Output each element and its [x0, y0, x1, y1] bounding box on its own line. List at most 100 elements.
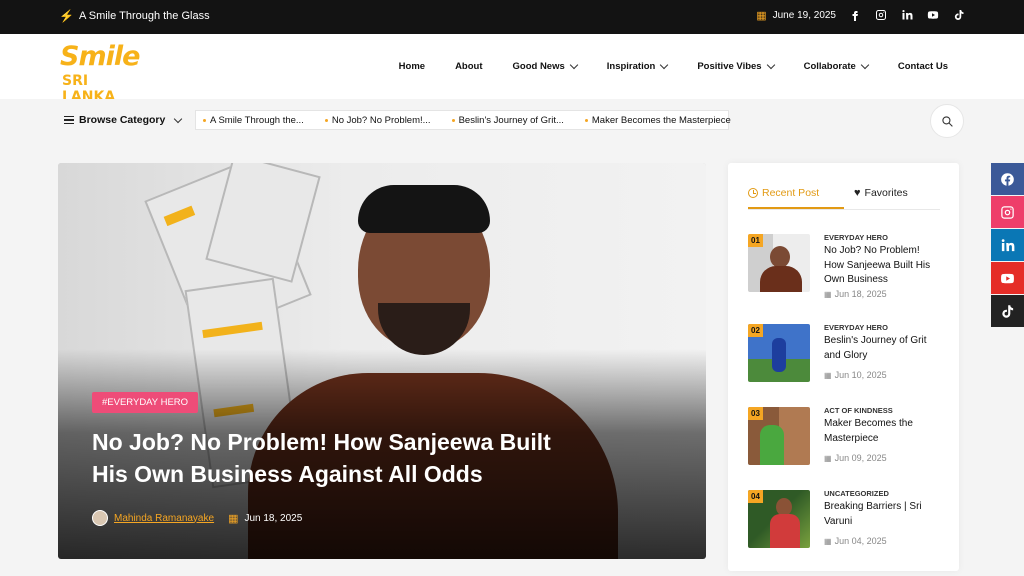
date-text: June 19, 2025: [772, 9, 836, 21]
post-title[interactable]: Maker Becomes the Masterpiece: [824, 417, 940, 446]
nav-collaborate-label: Collaborate: [803, 61, 856, 72]
post-date-text: Jun 18, 2025: [834, 289, 887, 299]
calendar-icon: ▦: [824, 370, 832, 380]
nav-contact-us[interactable]: Contact Us: [898, 61, 948, 72]
nav-good-news[interactable]: Good News: [512, 60, 579, 72]
author-link[interactable]: Mahinda Ramanayake: [114, 513, 214, 524]
post-category[interactable]: EVERYDAY HERO: [824, 233, 888, 242]
youtube-icon[interactable]: [926, 8, 940, 22]
chevron-down-icon: [569, 60, 579, 70]
search-button[interactable]: [930, 104, 964, 138]
menu-icon: [64, 116, 74, 124]
post-title[interactable]: No Job? No Problem! How Sanjeewa Built H…: [824, 244, 940, 288]
post-category[interactable]: EVERYDAY HERO: [824, 323, 888, 332]
post-number-badge: 04: [748, 490, 763, 503]
ticker-item[interactable]: No Job? No Problem!...: [324, 114, 431, 126]
nav-inspiration[interactable]: Inspiration: [607, 60, 669, 72]
nav-home-label: Home: [398, 61, 426, 72]
clock-icon: [748, 188, 758, 198]
nav-home[interactable]: Home: [399, 61, 425, 72]
list-item[interactable]: 02 EVERYDAY HERO Beslin's Journey of Gri…: [748, 323, 940, 394]
calendar-icon: ▦: [824, 289, 832, 299]
post-date-text: Jun 09, 2025: [834, 453, 887, 463]
sidebar-tabs: Recent Post ♥ Favorites: [748, 185, 940, 210]
nav-contact-us-label: Contact Us: [897, 61, 948, 72]
featured-title[interactable]: No Job? No Problem! How Sanjeewa Built H…: [92, 426, 562, 490]
linkedin-icon: [1001, 238, 1015, 251]
tab-recent-post[interactable]: Recent Post: [748, 185, 844, 209]
youtube-icon: [1001, 273, 1014, 283]
tab-favorites[interactable]: ♥ Favorites: [854, 185, 908, 209]
ticker-item-label: Beslin's Journey of Grit...: [458, 114, 564, 126]
nav-about[interactable]: About: [455, 61, 482, 72]
post-title[interactable]: Breaking Barriers | Sri Varuni: [824, 500, 940, 529]
heart-icon: ♥: [854, 187, 861, 199]
facebook-icon[interactable]: [848, 8, 862, 22]
category-tag[interactable]: #EVERYDAY HERO: [92, 392, 199, 413]
post-thumbnail[interactable]: 03: [748, 407, 810, 465]
post-title[interactable]: Beslin's Journey of Grit and Glory: [824, 334, 940, 363]
featured-post[interactable]: #EVERYDAY HERO No Job? No Problem! How S…: [58, 163, 706, 559]
ticker-item-label: Maker Becomes the Masterpiece: [591, 114, 731, 126]
featured-date: Jun 18, 2025: [244, 512, 303, 524]
floating-tiktok-button[interactable]: [991, 295, 1024, 327]
browse-category-label: Browse Category: [79, 114, 166, 126]
news-ticker: A Smile Through the... No Job? No Proble…: [195, 110, 731, 130]
site-header: Smile SRI LANKA Home About Good News Ins…: [0, 34, 1024, 105]
linkedin-icon[interactable]: [900, 8, 914, 22]
top-tagline-text: A Smile Through the Glass: [78, 10, 210, 22]
calendar-icon: ▦: [228, 512, 239, 525]
bullet-icon: [584, 118, 588, 122]
floating-youtube-button[interactable]: [991, 262, 1024, 294]
ticker-item[interactable]: Maker Becomes the Masterpiece: [584, 114, 731, 126]
tiktok-icon: [1002, 304, 1014, 318]
instagram-icon[interactable]: [874, 8, 888, 22]
ticker-item-label: A Smile Through the...: [210, 114, 304, 126]
post-category[interactable]: ACT OF KINDNESS: [824, 406, 893, 415]
floating-instagram-button[interactable]: [991, 196, 1024, 228]
list-item[interactable]: 04 UNCATEGORIZED Breaking Barriers | Sri…: [748, 489, 940, 560]
post-thumbnail[interactable]: 01: [748, 234, 810, 292]
floating-facebook-button[interactable]: [991, 163, 1024, 195]
chevron-down-icon: [860, 60, 870, 70]
search-icon: [941, 115, 953, 127]
list-item[interactable]: 03 ACT OF KINDNESS Maker Becomes the Mas…: [748, 406, 940, 477]
date-display: ▦ June 19, 2025: [756, 9, 836, 22]
chevron-down-icon: [660, 60, 669, 70]
instagram-icon: [1001, 205, 1014, 219]
ticker-item[interactable]: Beslin's Journey of Grit...: [451, 114, 564, 126]
ticker-item[interactable]: A Smile Through the...: [203, 115, 304, 126]
nav-positive-vibes-label: Positive Vibes: [697, 61, 762, 72]
ticker-item-label: No Job? No Problem!...: [331, 114, 431, 126]
post-date-text: Jun 04, 2025: [834, 536, 887, 546]
calendar-icon: ▦: [824, 536, 832, 546]
nav-good-news-label: Good News: [512, 61, 565, 72]
main-nav: Home About Good News Inspiration Positiv…: [369, 60, 948, 72]
post-date: ▦ Jun 10, 2025: [824, 370, 887, 380]
post-category[interactable]: UNCATEGORIZED: [824, 489, 889, 498]
browse-category-button[interactable]: Browse Category: [64, 114, 183, 126]
facebook-icon: [1001, 172, 1014, 186]
post-number-badge: 03: [748, 407, 763, 420]
bullet-icon: [324, 118, 328, 122]
avatar: [92, 510, 108, 526]
category-bar: Browse Category A Smile Through the... N…: [0, 99, 1024, 143]
list-item[interactable]: 01 EVERYDAY HERO No Job? No Problem! How…: [748, 233, 940, 304]
top-bar: ⚡ A Smile Through the Glass ▦ June 19, 2…: [0, 0, 1024, 34]
top-tagline[interactable]: ⚡ A Smile Through the Glass: [59, 9, 210, 23]
chevron-down-icon: [766, 60, 775, 70]
post-number-badge: 02: [748, 324, 763, 337]
tiktok-icon[interactable]: [952, 8, 966, 22]
post-thumbnail[interactable]: 04: [748, 490, 810, 548]
featured-meta: Mahinda Ramanayake ▦ Jun 18, 2025: [92, 510, 302, 526]
logo-smile-text: Smile: [60, 41, 140, 72]
nav-collaborate[interactable]: Collaborate: [803, 60, 870, 72]
post-date: ▦ Jun 09, 2025: [824, 453, 887, 463]
post-date: ▦ Jun 18, 2025: [824, 289, 887, 299]
nav-positive-vibes[interactable]: Positive Vibes: [697, 60, 775, 72]
calendar-icon: ▦: [824, 453, 832, 463]
floating-linkedin-button[interactable]: [991, 229, 1024, 261]
site-logo[interactable]: Smile SRI LANKA: [60, 41, 140, 105]
post-thumbnail[interactable]: 02: [748, 324, 810, 382]
top-bar-right: ▦ June 19, 2025: [756, 8, 966, 22]
